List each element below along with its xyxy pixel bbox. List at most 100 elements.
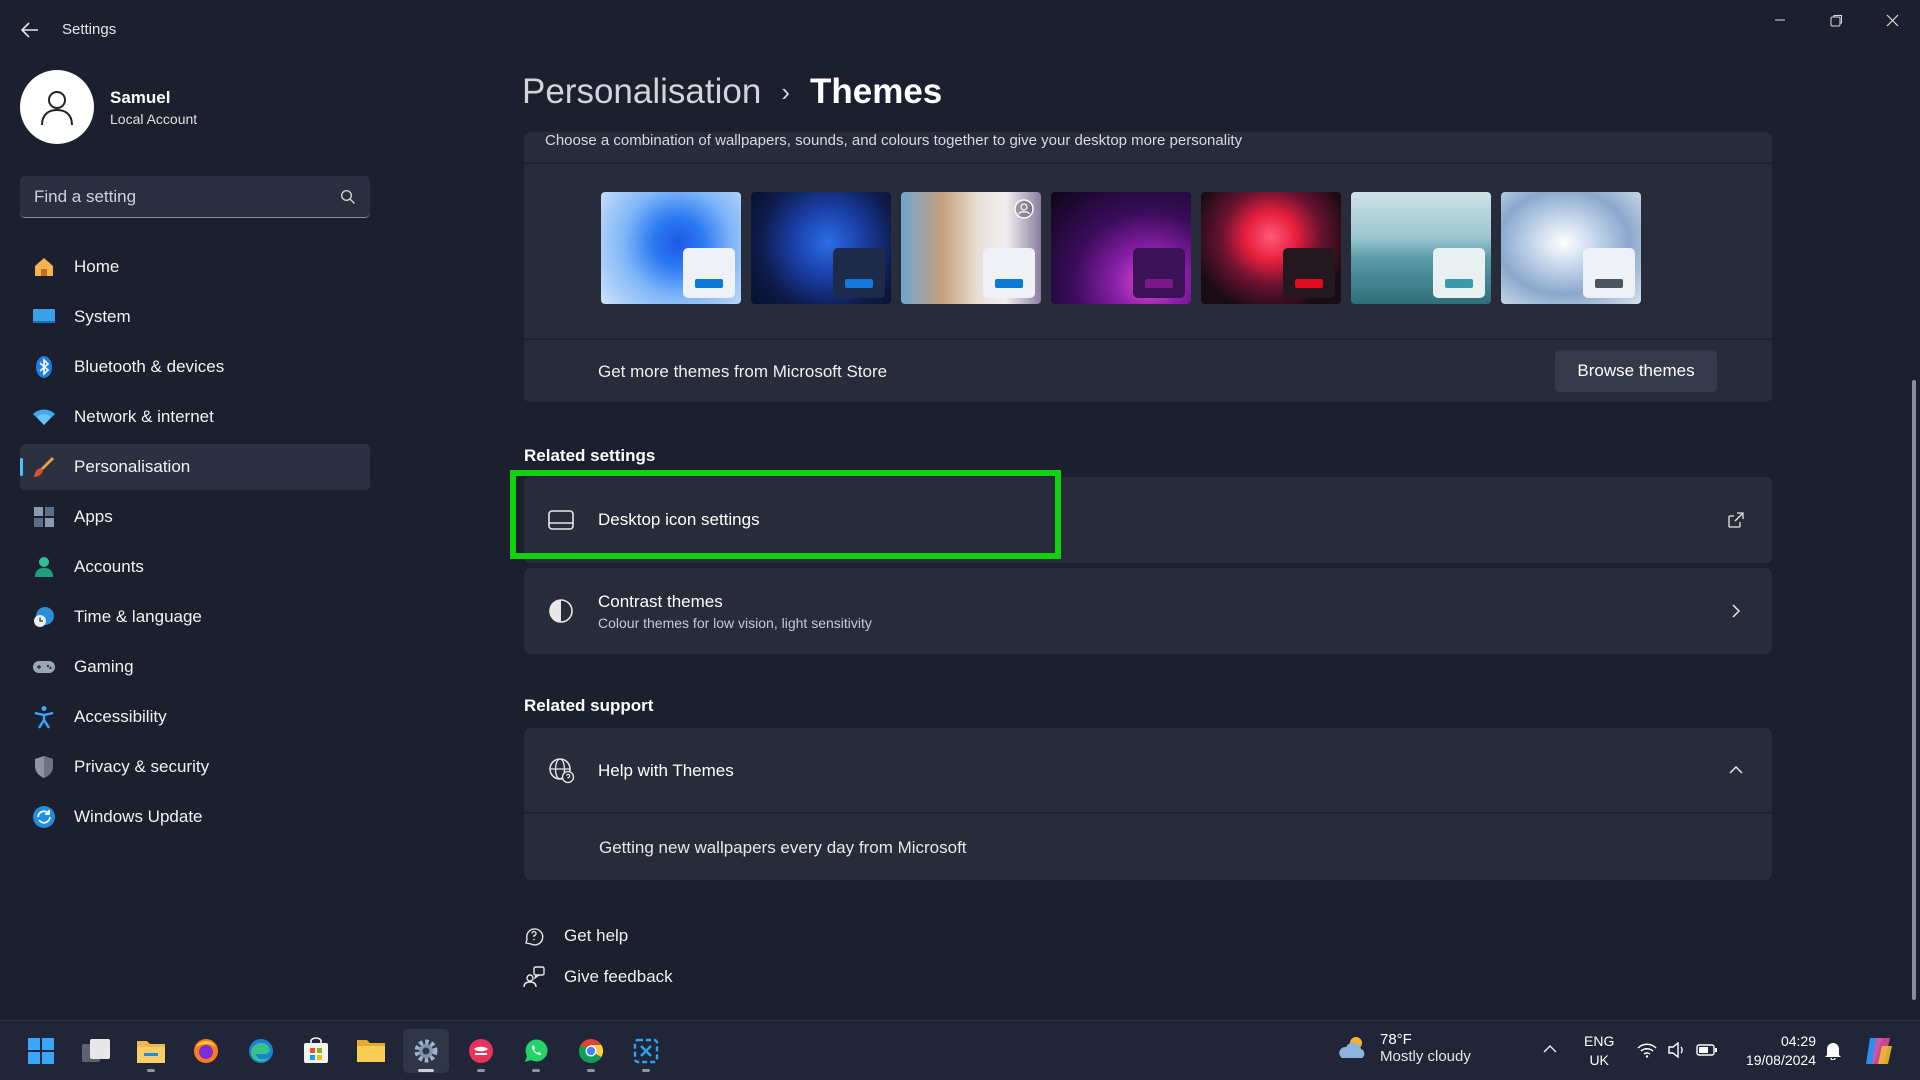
avatar [20,70,94,144]
time-language-icon [32,605,56,629]
running-indicator [642,1069,650,1072]
chevron-up-icon [1543,1044,1557,1053]
breadcrumb-parent[interactable]: Personalisation [522,72,761,112]
sidebar-item-windows-update[interactable]: Windows Update [20,794,370,840]
clock[interactable]: 04:29 19/08/2024 [1736,1032,1816,1070]
help-with-themes-header[interactable]: Help with Themes [524,728,1772,812]
sidebar-item-accessibility[interactable]: Accessibility [20,694,370,740]
taskbar-file-manager[interactable] [128,1029,174,1073]
sidebar-item-network[interactable]: Network & internet [20,394,370,440]
taskbar-store[interactable] [293,1029,339,1073]
show-hidden-icons-button[interactable] [1542,1041,1558,1059]
apps-icon [32,505,56,529]
contrast-icon [546,596,576,626]
theme-thumbnail-glow[interactable] [1051,192,1191,304]
taskbar-firefox[interactable] [183,1029,229,1073]
weather-description: Mostly cloudy [1380,1048,1471,1065]
clock-date: 19/08/2024 [1745,1052,1816,1068]
theme-thumbnail-captured-motion[interactable] [1201,192,1341,304]
sidebar-item-home[interactable]: Home [20,244,370,290]
profile-account-type: Local Account [110,110,198,127]
sidebar-item-label: System [74,307,131,326]
running-indicator [147,1069,155,1072]
taskbar-settings[interactable] [403,1029,449,1073]
chrome-icon [578,1039,604,1064]
taskbar-app-red[interactable] [458,1029,504,1073]
help-chat-icon [522,924,546,948]
theme-thumbnail-spotlight[interactable] [901,192,1041,304]
minimize-icon [1775,19,1785,21]
give-feedback-link[interactable]: Give feedback [522,965,673,989]
sidebar-item-time-language[interactable]: Time & language [20,594,370,640]
search-input[interactable]: Find a setting [20,176,370,218]
wifi-icon [1636,1039,1658,1061]
close-button[interactable] [1864,0,1920,40]
help-with-themes-label: Help with Themes [598,761,734,780]
search-placeholder: Find a setting [34,186,137,206]
clock-time: 04:29 [1780,1033,1816,1049]
taskbar-file-explorer[interactable] [348,1029,394,1073]
bell-icon [1825,1043,1841,1061]
window-controls [1752,0,1920,40]
notifications-button[interactable] [1824,1040,1842,1065]
snipping-tool-icon [633,1038,659,1064]
taskbar-snipping-tool[interactable] [623,1029,669,1073]
sidebar-item-label: Apps [74,507,113,526]
get-help-link[interactable]: Get help [522,924,628,948]
restore-icon [1830,14,1842,26]
theme-thumbnail-flow[interactable] [1501,192,1641,304]
gamepad-icon [32,655,56,679]
related-support-title: Related support [524,696,654,715]
user-profile[interactable]: Samuel Local Account [20,70,197,144]
theme-thumbnail-sunrise[interactable] [1351,192,1491,304]
volume-icon [1666,1039,1688,1061]
sidebar-item-label: Accounts [74,557,144,576]
sidebar-item-personalisation[interactable]: Personalisation [20,444,370,490]
sidebar-item-accounts[interactable]: Accounts [20,544,370,590]
browse-themes-button[interactable]: Browse themes [1555,350,1717,392]
taskbar-edge[interactable] [238,1029,284,1073]
taskbar-whatsapp[interactable] [513,1029,559,1073]
start-button[interactable] [18,1029,64,1073]
contrast-themes-row[interactable]: Contrast themes Colour themes for low vi… [524,568,1772,654]
copilot-button[interactable] [1862,1034,1896,1068]
theme-thumbnail-windows-dark[interactable] [751,192,891,304]
back-arrow-icon [21,22,38,38]
sidebar-item-system[interactable]: System [20,294,370,340]
sidebar-item-gaming[interactable]: Gaming [20,644,370,690]
whatsapp-icon [525,1039,548,1062]
divider [524,338,1772,340]
sidebar-item-label: Personalisation [74,457,191,476]
search-icon [340,189,355,204]
window-title: Settings [62,21,117,38]
sidebar-item-label: Home [74,257,120,276]
theme-thumbnail-windows-light[interactable] [601,192,741,304]
divider [524,812,1772,814]
back-button[interactable] [14,16,46,44]
folder-icon [137,1041,165,1063]
accessibility-icon [32,705,56,729]
sidebar-item-bluetooth[interactable]: Bluetooth & devices [20,344,370,390]
taskbar-chrome[interactable] [568,1029,614,1073]
sidebar-item-label: Bluetooth & devices [74,357,225,376]
running-indicator [418,1069,434,1072]
language-indicator[interactable]: ENG UK [1584,1032,1614,1070]
sidebar-item-privacy-security[interactable]: Privacy & security [20,744,370,790]
task-view-button[interactable] [73,1029,119,1073]
edge-icon [249,1039,273,1063]
system-tray[interactable] [1636,1039,1726,1061]
scrollbar[interactable] [1912,380,1916,1000]
weather-widget[interactable]: 78°F Mostly cloudy [1338,1031,1471,1065]
sidebar-item-apps[interactable]: Apps [20,494,370,540]
chevron-right-icon [1724,599,1748,623]
minimize-button[interactable] [1752,0,1808,40]
firefox-icon [194,1039,218,1063]
restore-button[interactable] [1808,0,1864,40]
store-themes-text: Get more themes from Microsoft Store [598,362,888,381]
open-external-icon [1724,508,1748,532]
system-icon [32,305,56,329]
contrast-themes-sublabel: Colour themes for low vision, light sens… [598,615,872,631]
wallpapers-help-link[interactable]: Getting new wallpapers every day from Mi… [599,838,967,858]
chat-app-icon [469,1039,493,1063]
profile-name: Samuel [110,87,171,107]
